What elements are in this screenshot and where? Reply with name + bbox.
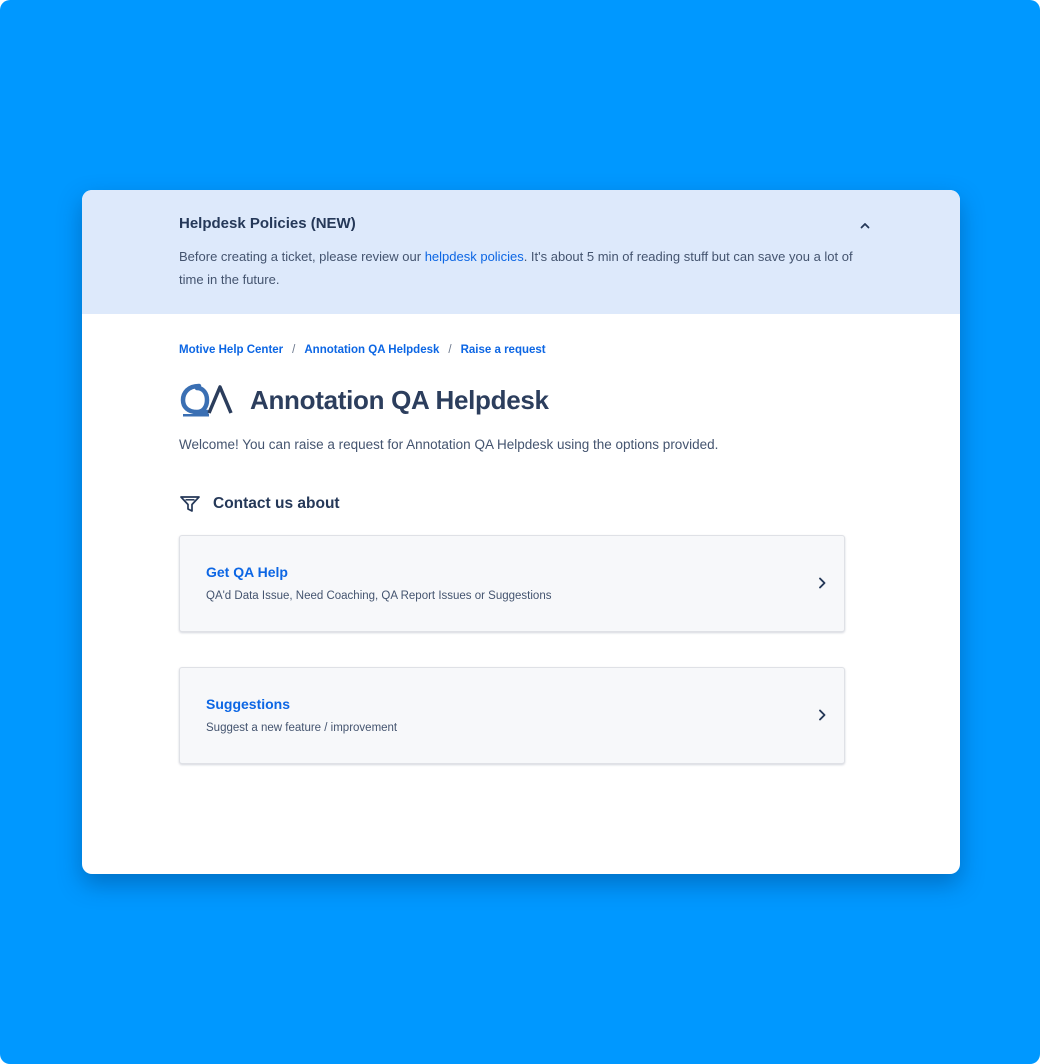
option-get-qa-help[interactable]: Get QA Help QA'd Data Issue, Need Coachi… bbox=[179, 535, 845, 632]
contact-section-heading: Contact us about bbox=[179, 495, 340, 513]
helpdesk-policies-link[interactable]: helpdesk policies bbox=[425, 249, 524, 264]
filter-icon bbox=[180, 496, 200, 512]
banner-text-before: Before creating a ticket, please review … bbox=[179, 249, 425, 264]
banner-text: Before creating a ticket, please review … bbox=[179, 245, 859, 291]
banner-title: Helpdesk Policies (NEW) bbox=[179, 215, 356, 232]
breadcrumb-separator: / bbox=[292, 344, 296, 356]
breadcrumb-helpdesk[interactable]: Annotation QA Helpdesk bbox=[304, 344, 439, 356]
qa-logo-icon bbox=[180, 383, 233, 417]
policy-banner: Helpdesk Policies (NEW) Before creating … bbox=[82, 190, 960, 314]
page-background: Helpdesk Policies (NEW) Before creating … bbox=[0, 0, 1040, 1064]
option-suggestions[interactable]: Suggestions Suggest a new feature / impr… bbox=[179, 667, 845, 764]
banner-collapse-button[interactable] bbox=[853, 216, 877, 234]
welcome-message: Welcome! You can raise a request for Ann… bbox=[179, 437, 719, 452]
chevron-right-icon bbox=[819, 709, 826, 721]
contact-label: Contact us about bbox=[213, 495, 340, 512]
option-description: QA'd Data Issue, Need Coaching, QA Repor… bbox=[206, 590, 552, 602]
option-title: Get QA Help bbox=[206, 564, 288, 580]
option-title: Suggestions bbox=[206, 696, 291, 712]
page-title: Annotation QA Helpdesk bbox=[250, 384, 549, 415]
chevron-up-icon bbox=[860, 222, 870, 228]
page-header: Annotation QA Helpdesk bbox=[179, 380, 549, 420]
help-center-card: Helpdesk Policies (NEW) Before creating … bbox=[82, 190, 960, 874]
breadcrumb-separator: / bbox=[448, 344, 452, 356]
chevron-right-icon bbox=[819, 577, 826, 589]
option-description: Suggest a new feature / improvement bbox=[206, 722, 398, 734]
breadcrumb: Motive Help Center / Annotation QA Helpd… bbox=[179, 344, 546, 356]
breadcrumb-raise-request[interactable]: Raise a request bbox=[461, 344, 546, 356]
breadcrumb-help-center[interactable]: Motive Help Center bbox=[179, 344, 283, 356]
